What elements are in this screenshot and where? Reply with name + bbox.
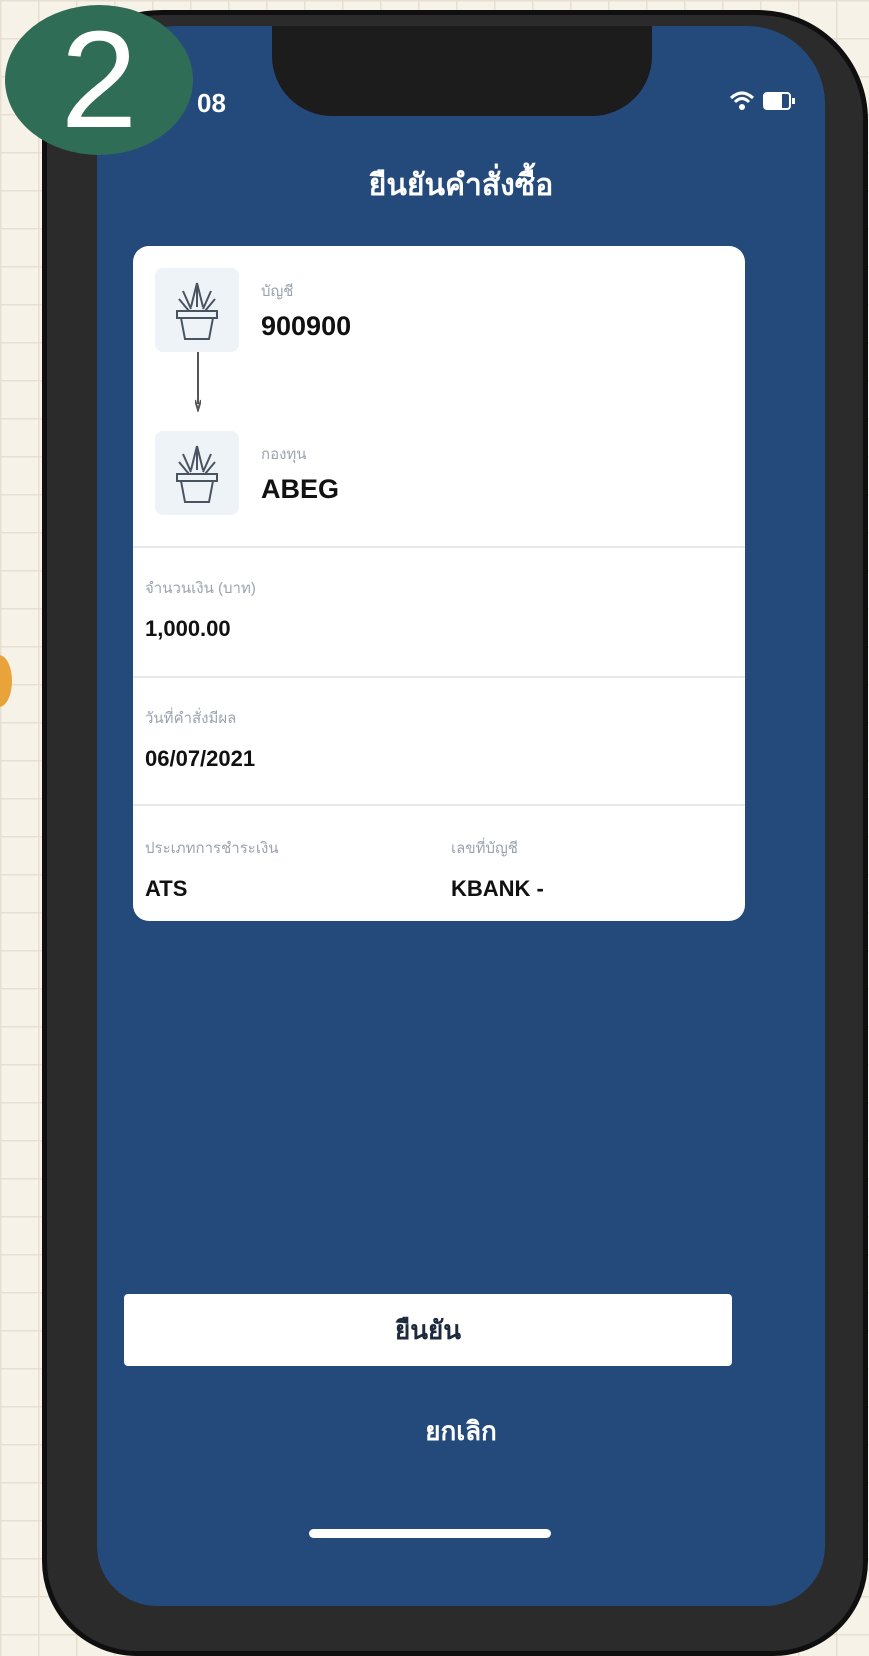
effective-date-label: วันที่คำสั่งมีผล xyxy=(145,710,237,727)
route-from: บัญชี 900900 xyxy=(155,268,351,352)
battery-icon xyxy=(763,92,795,110)
divider xyxy=(133,804,745,806)
divider xyxy=(133,676,745,678)
order-summary-card: บัญชี 900900 กองทุน ABEG จำนวนเงิน (บาท)… xyxy=(133,246,745,921)
cancel-button[interactable]: ยกเลิก xyxy=(97,1411,825,1452)
side-accent-shape xyxy=(0,655,12,707)
plant-pot-icon xyxy=(155,268,239,352)
route-from-value: 900900 xyxy=(261,310,352,341)
home-indicator[interactable] xyxy=(309,1529,551,1538)
route-to: กองทุน ABEG xyxy=(155,431,339,515)
down-arrow-icon xyxy=(195,352,201,412)
amount-label: จำนวนเงิน (บาท) xyxy=(145,580,256,597)
phone-notch xyxy=(272,26,652,116)
amount-value: 1,000.00 xyxy=(145,616,231,641)
screen-title: ยืนยันคำสั่งซื้อ xyxy=(368,169,554,202)
payment-type-value: ATS xyxy=(145,876,188,901)
payment-type-label: ประเภทการชำระเงิน xyxy=(145,840,279,857)
account-number-field: เลขที่บัญชี KBANK - xyxy=(451,836,544,902)
step-number-badge: 2 xyxy=(5,5,193,155)
account-number-label: เลขที่บัญชี xyxy=(451,840,518,857)
route-from-label: บัญชี xyxy=(261,282,294,300)
payment-type-field: ประเภทการชำระเงิน ATS xyxy=(145,836,279,902)
wifi-icon xyxy=(729,91,755,110)
effective-date-value: 06/07/2021 xyxy=(145,746,256,771)
route-to-value: ABEG xyxy=(261,473,340,504)
status-icons xyxy=(729,90,795,112)
amount-field: จำนวนเงิน (บาท) 1,000.00 xyxy=(145,576,256,642)
account-number-value: KBANK - xyxy=(451,876,544,901)
divider xyxy=(133,546,745,548)
status-time: 08 xyxy=(197,88,226,118)
route-to-label: กองทุน xyxy=(261,445,307,463)
effective-date-field: วันที่คำสั่งมีผล 06/07/2021 xyxy=(145,706,255,772)
confirm-button[interactable]: ยืนยัน xyxy=(124,1294,732,1366)
plant-pot-icon xyxy=(155,431,239,515)
phone-screen: 08 ยืนยันคำสั่งซื้อ บัญชี 900900 กองทุน … xyxy=(97,26,825,1606)
